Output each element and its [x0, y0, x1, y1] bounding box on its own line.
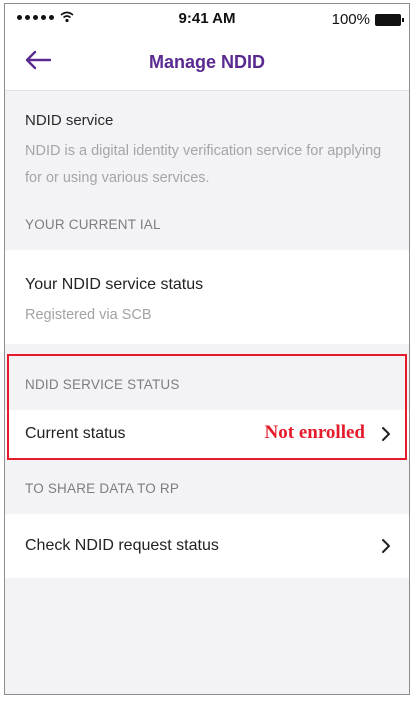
section-label-current-ial: YOUR CURRENT IAL: [25, 217, 161, 232]
phone-screen: 9:41 AM 100% Manage NDID NDID service ND…: [4, 3, 410, 695]
status-bar: 9:41 AM 100%: [5, 4, 409, 34]
page-title: Manage NDID: [148, 52, 265, 72]
check-request-label: Check NDID request status: [25, 537, 219, 554]
highlight-frame: [7, 354, 407, 460]
nav-bar: Manage NDID: [5, 34, 409, 91]
intro-description: NDID is a digital identity verification …: [25, 143, 382, 186]
battery-percent: 100%: [331, 11, 370, 28]
ial-card-subtitle: Registered via SCB: [25, 307, 152, 323]
battery-icon: [375, 13, 404, 26]
ial-status-card: Your NDID service status Registered via …: [5, 250, 409, 344]
ial-card-title: Your NDID service status: [25, 276, 204, 293]
chevron-right-icon: [382, 539, 390, 553]
section-label-share-data: TO SHARE DATA TO RP: [25, 481, 180, 496]
intro-heading: NDID service: [25, 112, 114, 129]
battery-indicator: 100%: [331, 11, 404, 28]
check-request-row[interactable]: Check NDID request status: [5, 514, 409, 578]
